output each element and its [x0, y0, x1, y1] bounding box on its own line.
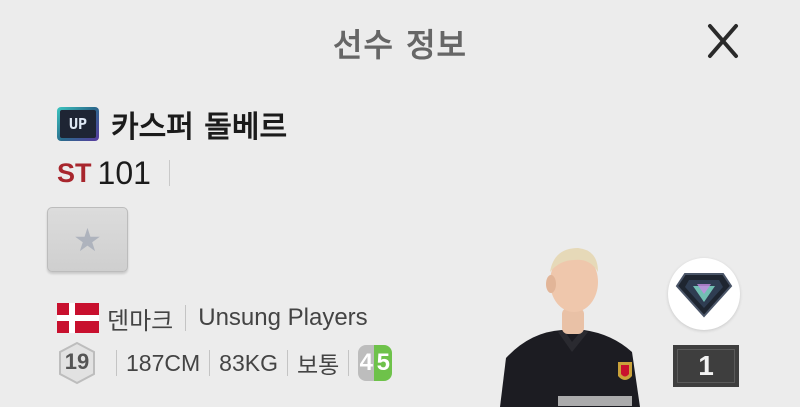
season-label: Unsung Players	[198, 304, 368, 331]
page-title: 선수 정보	[333, 26, 467, 64]
position: ST	[57, 157, 92, 188]
nation-label: 덴마크	[107, 306, 174, 335]
weight-value: 83KG	[219, 349, 278, 376]
overall-rating: 101	[97, 154, 151, 191]
divider	[209, 350, 211, 376]
grade-badge[interactable]	[668, 258, 740, 330]
age-badge: 19	[57, 341, 97, 385]
player-photo	[500, 240, 640, 407]
position-row: ST 101	[57, 153, 170, 193]
close-button[interactable]	[700, 22, 746, 62]
season-badge-text: UP	[60, 110, 96, 138]
player-name-row: UP 카스퍼 돌베르	[57, 104, 288, 145]
close-icon	[708, 24, 738, 58]
foot-rating: 4 5	[358, 345, 393, 381]
divider	[286, 350, 288, 376]
diamond-icon	[675, 273, 733, 318]
weak-foot-value: 4	[358, 345, 375, 381]
enhancement-level: 1	[673, 345, 739, 387]
denmark-flag-icon	[57, 303, 99, 333]
divider	[185, 305, 187, 331]
body-type-value: 보통	[296, 353, 340, 379]
divider	[348, 350, 350, 376]
strong-foot-value: 5	[374, 345, 393, 381]
stats-row: 19 187CM 83KG 보통 4 5	[57, 341, 393, 385]
star-icon: ★	[73, 220, 102, 259]
divider	[168, 160, 170, 186]
season-badge-icon: UP	[57, 107, 99, 141]
divider	[116, 350, 117, 376]
favorite-button[interactable]: ★	[47, 207, 128, 272]
height-value: 187CM	[126, 349, 201, 376]
nation-row: 덴마크 Unsung Players	[57, 300, 368, 336]
age-value: 19	[64, 349, 90, 374]
player-name: 카스퍼 돌베르	[111, 110, 288, 145]
